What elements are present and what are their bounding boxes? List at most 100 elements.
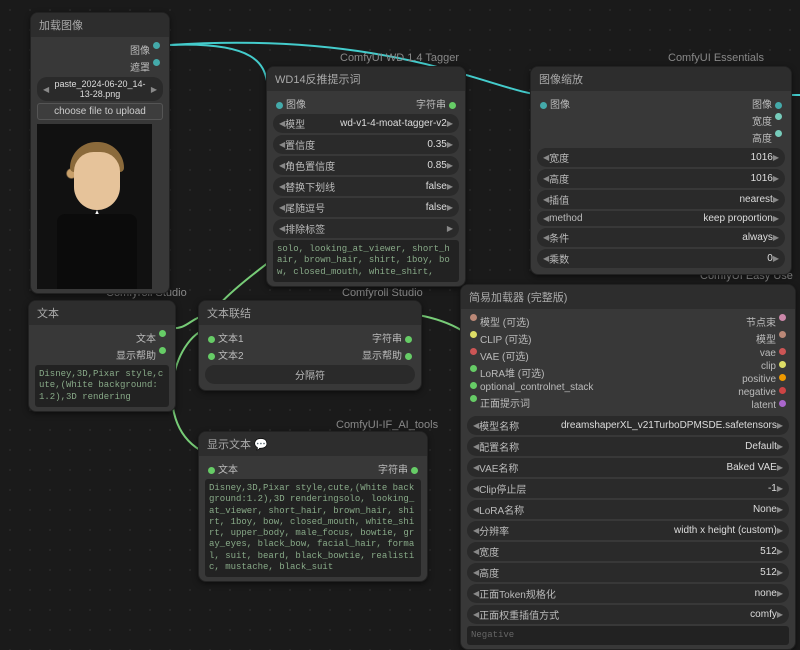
param-widget[interactable]: ◀ 排除标签 ▶ (273, 219, 459, 238)
arrow-right-icon[interactable]: ▶ (777, 421, 783, 430)
port-width-out[interactable]: 宽度 (537, 112, 785, 129)
param-widget[interactable]: ◀ Clip停止层 -1 ▶ (467, 479, 789, 498)
param-widget[interactable]: ◀ 模型 wd-v1-4-moat-tagger-v2 ▶ (273, 114, 459, 133)
separator-widget[interactable]: 分隔符 (205, 365, 415, 384)
arrow-right-icon[interactable]: ▶ (777, 442, 783, 451)
node-title[interactable]: 简易加载器 (完整版) (461, 285, 795, 309)
category-comfyroll-2: Comfyroll Studio (342, 287, 423, 299)
param-widget[interactable]: ◀ 分辨率 width x height (custom) ▶ (467, 521, 789, 540)
arrow-right-icon[interactable]: ▶ (777, 589, 783, 598)
port-out[interactable]: clip (738, 360, 789, 373)
category-essentials: ComfyUI Essentials (668, 52, 764, 64)
param-widget[interactable]: ◀ VAE名称 Baked VAE ▶ (467, 458, 789, 477)
node-title[interactable]: 加载图像 (31, 13, 169, 37)
param-widget[interactable]: ◀ 条件 always ▶ (537, 228, 785, 247)
category-wd-tagger: ComfyUI WD 1.4 Tagger (340, 52, 459, 64)
port-in[interactable]: CLIP (可选) (467, 330, 738, 347)
node-title[interactable]: 图像缩放 (531, 67, 791, 91)
arrow-right-icon[interactable]: ▶ (447, 203, 453, 212)
port-out[interactable]: 模型 (738, 330, 789, 347)
port-string-out[interactable]: 字符串 (372, 330, 415, 345)
negative-prompt-field[interactable]: Negative (467, 626, 789, 645)
port-text1-in[interactable]: 文本1 (205, 330, 244, 345)
text-value[interactable]: Disney,3D,Pixar style,cute,(White backgr… (35, 365, 169, 407)
arrow-right-icon[interactable]: ▶ (773, 254, 779, 263)
arrow-right-icon[interactable]: ▶ (777, 568, 783, 577)
image-preview (37, 124, 152, 289)
port-in[interactable]: optional_controlnet_stack (467, 381, 738, 394)
arrow-right-icon[interactable]: ▶ (447, 140, 453, 149)
port-image-in[interactable]: 图像 (537, 96, 570, 111)
param-widget[interactable]: ◀ 乘数 0 ▶ (537, 249, 785, 268)
port-out[interactable]: positive (738, 373, 789, 386)
node-text-concat[interactable]: 文本联结 文本1 字符串 文本2 显示帮助 分隔符 (198, 300, 422, 391)
node-wd14-tagger[interactable]: WD14反推提示词 图像 字符串 ◀ 模型 wd-v1-4-moat-tagge… (266, 66, 466, 287)
arrow-right-icon[interactable]: ▶ (777, 463, 783, 472)
param-widget[interactable]: ◀ 高度 1016 ▶ (537, 169, 785, 188)
param-widget[interactable]: ◀ 正面权重插值方式 comfy ▶ (467, 605, 789, 624)
arrow-right-icon[interactable]: ▶ (777, 610, 783, 619)
param-widget[interactable]: ◀ 尾随逗号 false ▶ (273, 198, 459, 217)
param-widget[interactable]: ◀ 插值 nearest ▶ (537, 190, 785, 209)
node-show-text[interactable]: 显示文本 💬 文本 字符串 Disney,3D,Pixar style,cute… (198, 431, 428, 582)
show-text-value: Disney,3D,Pixar style,cute,(White backgr… (205, 479, 421, 577)
node-title[interactable]: WD14反推提示词 (267, 67, 465, 91)
param-widget[interactable]: ◀ 高度 512 ▶ (467, 563, 789, 582)
port-in[interactable]: 模型 (可选) (467, 313, 738, 330)
wd14-output-text: solo, looking_at_viewer, short_hair, bro… (273, 240, 459, 282)
filename-widget[interactable]: ◀paste_2024-06-20_14-13-28.png▶ (37, 77, 163, 101)
port-help-out[interactable]: 显示帮助 (35, 346, 169, 363)
port-text2-in[interactable]: 文本2 (205, 347, 244, 362)
port-in[interactable]: LoRA堆 (可选) (467, 364, 738, 381)
param-widget[interactable]: ◀ LoRA名称 None ▶ (467, 500, 789, 519)
arrow-right-icon[interactable]: ▶ (777, 547, 783, 556)
port-row: 图像 字符串 (273, 95, 459, 112)
node-title[interactable]: 文本联结 (199, 301, 421, 325)
param-widget[interactable]: ◀ 模型名称 dreamshaperXL_v21TurboDPMSDE.safe… (467, 416, 789, 435)
param-widget[interactable]: ◀ 替换下划线 false ▶ (273, 177, 459, 196)
arrow-right-icon[interactable]: ▶ (773, 233, 779, 242)
arrow-right-icon[interactable]: ▶ (447, 161, 453, 170)
param-widget[interactable]: ◀ 宽度 512 ▶ (467, 542, 789, 561)
choose-file-button[interactable]: choose file to upload (37, 103, 163, 120)
port-height-out[interactable]: 高度 (537, 129, 785, 146)
param-widget[interactable]: ◀ 置信度 0.35 ▶ (273, 135, 459, 154)
port-mask-out[interactable]: 遮罩 (37, 58, 163, 75)
port-out[interactable]: latent (738, 399, 789, 412)
arrow-right-icon[interactable]: ▶ (777, 484, 783, 493)
port-image-out[interactable]: 图像 (37, 41, 163, 58)
arrow-right-icon[interactable]: ▶ (773, 214, 779, 223)
category-if-ai-tools: ComfyUI-IF_AI_tools (336, 419, 438, 431)
arrow-right-icon[interactable]: ▶ (447, 224, 453, 233)
arrow-right-icon[interactable]: ▶ (773, 153, 779, 162)
port-in[interactable]: VAE (可选) (467, 347, 738, 364)
param-widget[interactable]: ◀ 角色置信度 0.85 ▶ (273, 156, 459, 175)
param-widget[interactable]: ◀ method keep proportion ▶ (537, 211, 785, 226)
arrow-right-icon[interactable]: ▶ (777, 505, 783, 514)
port-image-out[interactable]: 图像 (752, 96, 785, 111)
port-out[interactable]: vae (738, 347, 789, 360)
arrow-right-icon[interactable]: ▶ (447, 119, 453, 128)
node-easy-loader[interactable]: 简易加载器 (完整版) 模型 (可选)CLIP (可选)VAE (可选)LoRA… (460, 284, 796, 650)
port-in[interactable]: 正面提示词 (467, 394, 738, 411)
node-title[interactable]: 显示文本 💬 (199, 432, 427, 456)
port-out[interactable]: 节点束 (738, 313, 789, 330)
node-text[interactable]: 文本 文本 显示帮助 Disney,3D,Pixar style,cute,(W… (28, 300, 176, 412)
param-widget[interactable]: ◀ 正面Token规格化 none ▶ (467, 584, 789, 603)
node-load-image[interactable]: 加载图像 图像 遮罩 ◀paste_2024-06-20_14-13-28.pn… (30, 12, 170, 294)
arrow-right-icon[interactable]: ▶ (777, 526, 783, 535)
param-widget[interactable]: ◀ 宽度 1016 ▶ (537, 148, 785, 167)
arrow-right-icon[interactable]: ▶ (773, 195, 779, 204)
param-widget[interactable]: ◀ 配置名称 Default ▶ (467, 437, 789, 456)
port-text-in[interactable]: 文本 (205, 461, 238, 476)
port-help-out[interactable]: 显示帮助 (362, 347, 415, 362)
arrow-right-icon[interactable]: ▶ (773, 174, 779, 183)
node-title[interactable]: 文本 (29, 301, 175, 325)
port-image-in[interactable]: 图像 (273, 96, 306, 111)
port-string-out[interactable]: 字符串 (378, 461, 421, 476)
port-string-out[interactable]: 字符串 (416, 96, 459, 111)
arrow-right-icon[interactable]: ▶ (447, 182, 453, 191)
node-image-scale[interactable]: 图像缩放 图像 图像 宽度 高度 ◀ 宽度 1016 ▶ ◀ 高度 1016 ▶… (530, 66, 792, 275)
port-out[interactable]: negative (738, 386, 789, 399)
port-text-out[interactable]: 文本 (35, 329, 169, 346)
